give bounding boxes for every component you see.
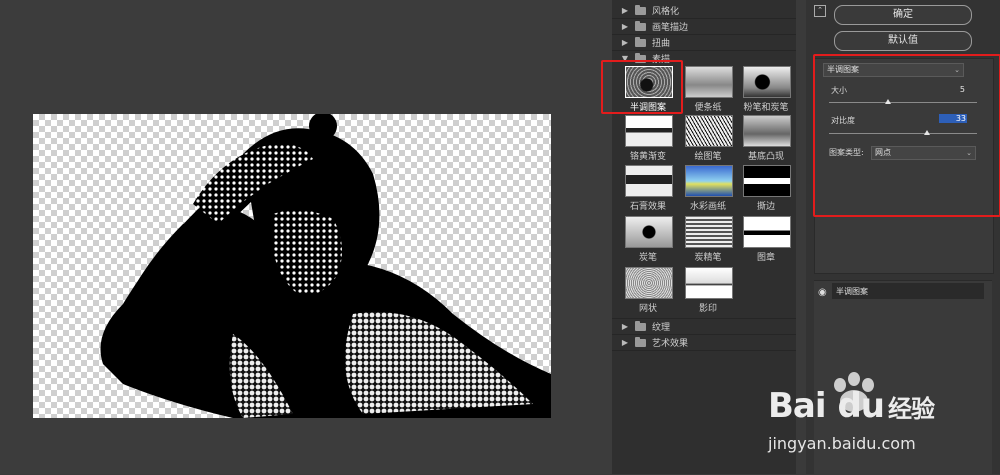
effect-layer-row[interactable]: 半调图案 bbox=[832, 283, 984, 299]
filter-thumbnail-label: 铬黄渐变 bbox=[629, 152, 666, 162]
preview-area[interactable] bbox=[0, 0, 612, 474]
filter-preview-image bbox=[685, 165, 733, 197]
filter-preview-image bbox=[625, 165, 673, 197]
filter-thumbnail[interactable]: 网状 bbox=[622, 264, 680, 317]
filter-preview-image bbox=[685, 216, 733, 248]
filter-preview-image bbox=[685, 267, 733, 299]
filter-thumbnail-label: 石膏效果 bbox=[629, 202, 666, 212]
filter-thumbnail[interactable]: 便条纸 bbox=[682, 63, 740, 116]
filter-thumbnail[interactable]: 撕边 bbox=[740, 162, 798, 215]
filter-thumbnail-label: 撕边 bbox=[756, 202, 775, 212]
filter-thumbnail[interactable]: 绘图笔 bbox=[682, 112, 740, 165]
halftone-photo bbox=[100, 114, 551, 418]
filter-thumbnail-label: 图章 bbox=[756, 253, 775, 263]
filter-preview-image bbox=[743, 115, 791, 147]
folder-icon bbox=[635, 20, 646, 31]
filter-thumbnail-label: 影印 bbox=[698, 304, 717, 314]
filter-thumbnail[interactable]: 水彩画纸 bbox=[682, 162, 740, 215]
category-texture[interactable]: ▶ 纹理 bbox=[612, 319, 796, 334]
folder-icon bbox=[635, 320, 646, 331]
filter-preview-image bbox=[685, 66, 733, 98]
filter-preview-image bbox=[685, 115, 733, 147]
eye-icon[interactable]: ◉ bbox=[818, 287, 827, 298]
filter-thumbnail[interactable]: 铬黄渐变 bbox=[622, 112, 680, 165]
preview-canvas[interactable] bbox=[33, 114, 551, 418]
filter-thumbnail-label: 绘图笔 bbox=[694, 152, 722, 162]
filter-preview-image bbox=[625, 267, 673, 299]
filter-thumbnail[interactable]: 基底凸现 bbox=[740, 112, 798, 165]
filter-thumbnail-label: 网状 bbox=[638, 304, 657, 314]
category-brush-strokes[interactable]: ▶ 画笔描边 bbox=[612, 19, 796, 34]
triangle-right-icon: ▶ bbox=[621, 22, 629, 31]
filter-thumbnail[interactable]: 影印 bbox=[682, 264, 740, 317]
filter-thumbnail-label: 炭精笔 bbox=[694, 253, 722, 263]
filter-thumbnail[interactable]: 炭精笔 bbox=[682, 213, 740, 266]
filter-thumbnail-label: 基底凸现 bbox=[747, 152, 784, 162]
folder-icon bbox=[635, 4, 646, 15]
filter-thumbnail[interactable]: 石膏效果 bbox=[622, 162, 680, 215]
folder-icon bbox=[635, 336, 646, 347]
triangle-right-icon: ▶ bbox=[621, 6, 629, 15]
triangle-right-icon: ▶ bbox=[621, 338, 629, 347]
filter-preview-image bbox=[625, 216, 673, 248]
filter-preview-image bbox=[743, 66, 791, 98]
triangle-right-icon: ▶ bbox=[621, 38, 629, 47]
filter-preview-image bbox=[625, 115, 673, 147]
highlight-settings bbox=[813, 54, 1000, 217]
default-button[interactable]: 默认值 bbox=[834, 31, 972, 51]
collapse-up-icon[interactable]: ⌃ bbox=[814, 5, 826, 17]
filter-thumbnail-label: 水彩画纸 bbox=[689, 202, 726, 212]
filter-preview-image bbox=[743, 216, 791, 248]
filter-preview-image bbox=[743, 165, 791, 197]
folder-icon bbox=[635, 36, 646, 47]
filter-thumbnail[interactable]: 粉笔和炭笔 bbox=[740, 63, 798, 116]
filter-thumbnail[interactable]: 图章 bbox=[740, 213, 798, 266]
ok-button[interactable]: 确定 bbox=[834, 5, 972, 25]
highlight-selected-filter bbox=[601, 60, 683, 114]
category-distort[interactable]: ▶ 扭曲 bbox=[612, 35, 796, 50]
filter-thumbnail-label: 炭笔 bbox=[638, 253, 657, 263]
triangle-right-icon: ▶ bbox=[621, 322, 629, 331]
category-stylize[interactable]: ▶ 风格化 bbox=[612, 3, 796, 18]
baidu-watermark: Bai.du经验 jingyan.baidu.com bbox=[738, 368, 1000, 474]
category-artistic[interactable]: ▶ 艺术效果 bbox=[612, 335, 796, 350]
filter-thumbnail[interactable]: 炭笔 bbox=[622, 213, 680, 266]
